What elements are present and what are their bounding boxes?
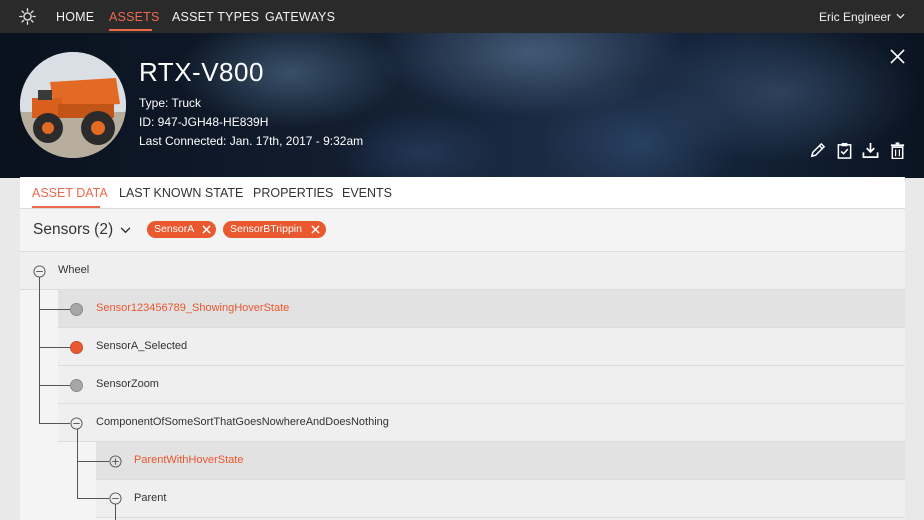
tree-row[interactable]: ParentWithHoverState bbox=[96, 442, 905, 480]
tree-connector bbox=[39, 423, 70, 424]
chevron-down-icon[interactable] bbox=[120, 227, 131, 234]
tree-row-label: ParentWithHoverState bbox=[134, 454, 244, 466]
tree-row-label: ComponentOfSomeSortThatGoesNowhereAndDoe… bbox=[96, 416, 389, 428]
tree-connector bbox=[39, 385, 70, 386]
tab-bar: ASSET DATA LAST KNOWN STATE PROPERTIES E… bbox=[20, 177, 905, 209]
nav-gateways[interactable]: GATEWAYS bbox=[265, 0, 335, 33]
tree-row-label: Parent bbox=[134, 492, 167, 504]
filter-chip-label: SensorBTrippin bbox=[230, 223, 302, 235]
tree-row-label: SensorZoom bbox=[96, 378, 159, 390]
remove-chip-icon[interactable] bbox=[202, 225, 211, 234]
expand-icon[interactable] bbox=[109, 455, 122, 468]
trash-icon[interactable] bbox=[889, 142, 906, 159]
remove-chip-icon[interactable] bbox=[311, 225, 320, 234]
asset-data-panel: ASSET DATA LAST KNOWN STATE PROPERTIES E… bbox=[20, 177, 905, 520]
tab-properties[interactable]: PROPERTIES bbox=[253, 177, 333, 210]
user-menu[interactable]: Eric Engineer bbox=[819, 0, 891, 34]
tree-connector bbox=[115, 504, 116, 520]
tree-connector bbox=[77, 461, 109, 462]
tree-connector bbox=[39, 347, 70, 348]
collapse-icon[interactable] bbox=[33, 265, 46, 278]
tree-row[interactable]: SensorZoom bbox=[58, 366, 905, 404]
tree-row[interactable]: Wheel bbox=[20, 252, 905, 290]
asset-last-connected: Last Connected: Jan. 17th, 2017 - 9:32am bbox=[139, 134, 364, 148]
tree-row[interactable]: ComponentOfSomeSortThatGoesNowhereAndDoe… bbox=[58, 404, 905, 442]
asset-header: RTX-V800 Type: Truck ID: 947-JGH48-HE839… bbox=[0, 33, 924, 178]
asset-title: RTX-V800 bbox=[139, 57, 264, 87]
asset-avatar bbox=[20, 52, 126, 158]
tree-row[interactable]: Sensor123456789_ShowingHoverState bbox=[58, 290, 905, 328]
tree-connector bbox=[77, 498, 109, 499]
tree-row-label: Wheel bbox=[58, 264, 90, 276]
nav-asset-types[interactable]: ASSET TYPES bbox=[172, 0, 259, 33]
filter-chip-sensora[interactable]: SensorA bbox=[147, 221, 216, 238]
asset-id: ID: 947-JGH48-HE839H bbox=[139, 115, 269, 129]
collapse-icon[interactable] bbox=[109, 492, 122, 505]
sensor-node-icon[interactable] bbox=[70, 303, 83, 316]
truck-image bbox=[20, 52, 126, 158]
sensor-node-selected-icon[interactable] bbox=[70, 341, 83, 354]
download-icon[interactable] bbox=[862, 142, 879, 159]
nav-active-underline bbox=[109, 29, 152, 31]
filter-chip-sensorbtrippin[interactable]: SensorBTrippin bbox=[223, 221, 326, 238]
asset-tree: Wheel Sensor123456789_ShowingHoverState … bbox=[20, 252, 905, 520]
tree-row[interactable]: SensorA_Selected bbox=[58, 328, 905, 366]
clipboard-check-icon[interactable] bbox=[836, 142, 853, 159]
sensors-dropdown-label[interactable]: Sensors (2) bbox=[33, 221, 113, 239]
sensor-filter-bar: Sensors (2) SensorA SensorBTrippin bbox=[20, 209, 905, 252]
close-icon[interactable] bbox=[890, 49, 905, 64]
tab-events[interactable]: EVENTS bbox=[342, 177, 392, 210]
tree-row-label: Sensor123456789_ShowingHoverState bbox=[96, 302, 290, 314]
tree-connector bbox=[77, 429, 78, 498]
chevron-down-icon[interactable] bbox=[896, 13, 905, 19]
edit-icon[interactable] bbox=[809, 142, 826, 159]
tree-row-label: SensorA_Selected bbox=[96, 340, 188, 352]
asset-type: Type: Truck bbox=[139, 96, 202, 110]
top-nav-bar: HOME ASSETS ASSET TYPES GATEWAYS Eric En… bbox=[0, 0, 924, 33]
tab-last-known-state[interactable]: LAST KNOWN STATE bbox=[119, 177, 243, 210]
collapse-icon[interactable] bbox=[70, 417, 83, 430]
sensor-node-icon[interactable] bbox=[70, 379, 83, 392]
gear-logo-icon[interactable] bbox=[19, 8, 36, 25]
filter-chip-label: SensorA bbox=[154, 223, 195, 235]
tree-connector bbox=[39, 309, 70, 310]
tree-row[interactable]: Parent bbox=[96, 480, 905, 518]
nav-home[interactable]: HOME bbox=[56, 0, 94, 33]
tab-active-underline bbox=[32, 206, 100, 208]
tree-connector bbox=[39, 277, 40, 423]
